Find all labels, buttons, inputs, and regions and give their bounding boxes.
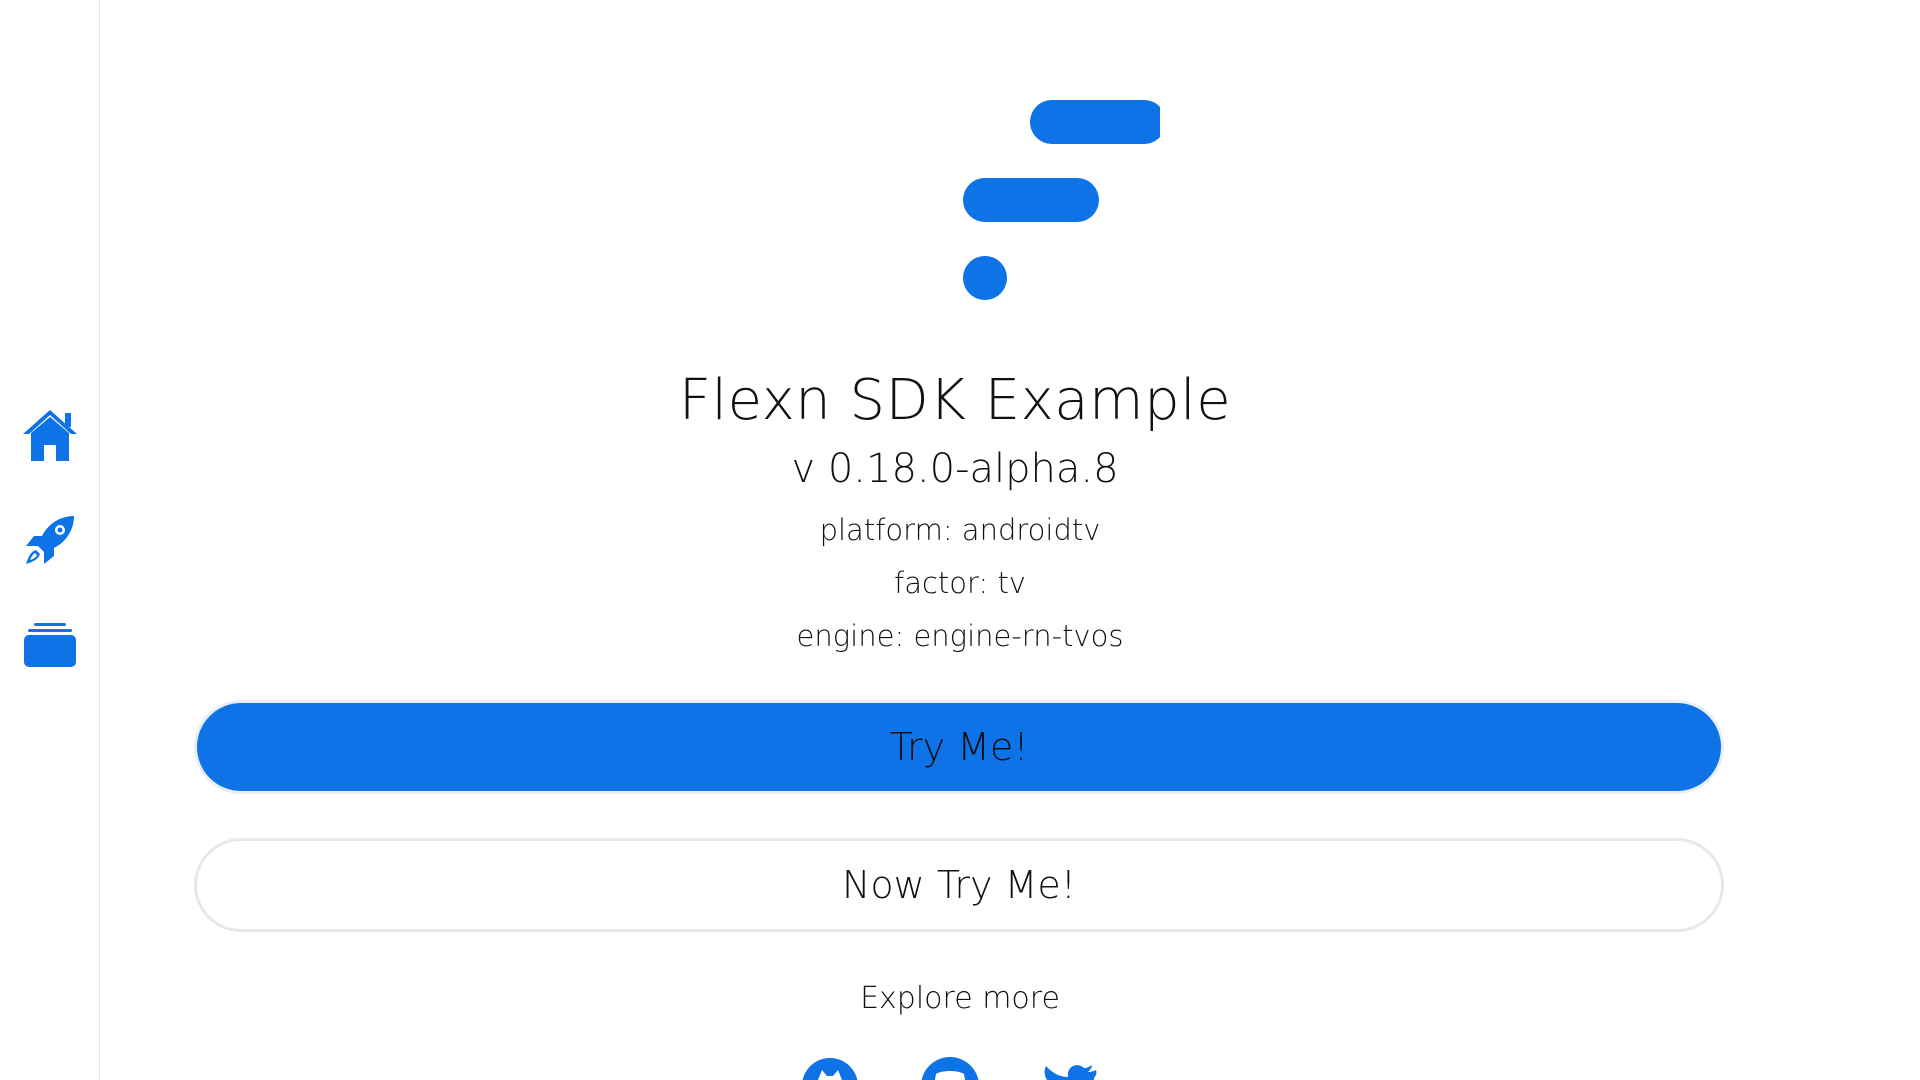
sidebar-item-rocket[interactable] [18, 508, 82, 572]
now-try-me-button-label: Now Try Me! [841, 863, 1077, 907]
sidebar [0, 0, 100, 1080]
home-icon [23, 410, 77, 461]
discord-icon[interactable] [920, 1056, 980, 1080]
twitter-icon[interactable] [1040, 1056, 1100, 1080]
version-label: v 0.18.0-alpha.8 [791, 446, 1119, 492]
main-content: Flexn SDK Example v 0.18.0-alpha.8 platf… [100, 0, 1920, 1080]
rocket-icon [26, 516, 74, 564]
sidebar-item-stack[interactable] [18, 613, 82, 677]
github-icon[interactable] [800, 1056, 860, 1080]
app-title: Flexn SDK Example [678, 368, 1232, 433]
factor-label: factor: tv [894, 566, 1026, 600]
try-me-button-label: Try Me! [889, 725, 1029, 769]
app-screen: Flexn SDK Example v 0.18.0-alpha.8 platf… [0, 0, 1920, 1080]
engine-label: engine: engine-rn-tvos [796, 619, 1124, 653]
now-try-me-button[interactable]: Now Try Me! [194, 838, 1724, 932]
flexn-logo [963, 100, 1160, 300]
stack-icon [24, 623, 76, 667]
try-me-button[interactable]: Try Me! [194, 700, 1724, 794]
platform-label: platform: androidtv [819, 513, 1101, 547]
sidebar-item-home[interactable] [18, 403, 82, 467]
explore-more-label: Explore more [860, 981, 1060, 1016]
